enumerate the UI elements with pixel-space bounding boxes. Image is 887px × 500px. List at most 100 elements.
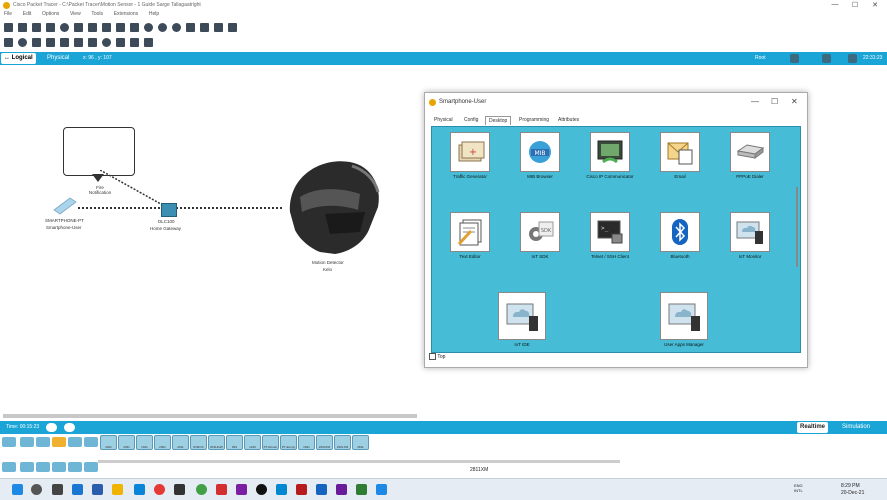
copy-icon[interactable]: [88, 22, 97, 32]
add-simple-pdu-icon[interactable]: [130, 37, 139, 47]
device-scrollbar[interactable]: [98, 460, 620, 463]
app-telnet-ssh-client[interactable]: >_ Telnet / SSH Client: [572, 212, 648, 259]
app-email[interactable]: Email: [642, 132, 718, 179]
device-819hgw[interactable]: 819HGW: [208, 435, 225, 450]
app-icon[interactable]: [256, 484, 267, 495]
routers-icon[interactable]: [2, 462, 16, 472]
help-icon[interactable]: [228, 22, 237, 32]
delete-icon[interactable]: [32, 37, 41, 47]
device-829[interactable]: 829: [226, 435, 243, 450]
app-iot-ide[interactable]: IoT IDE: [484, 292, 560, 347]
open-folder-icon[interactable]: [18, 22, 27, 32]
app-bluetooth[interactable]: Bluetooth: [642, 212, 718, 259]
home-gateway-icon[interactable]: [161, 203, 177, 217]
realtime-tab[interactable]: Realtime: [797, 422, 829, 433]
filezilla-icon[interactable]: [296, 484, 307, 495]
root-label[interactable]: Root: [752, 53, 769, 64]
app-icon[interactable]: [316, 484, 327, 495]
app-icon[interactable]: [236, 484, 247, 495]
start-icon[interactable]: [12, 484, 23, 495]
rectangle-icon[interactable]: [88, 37, 97, 47]
new-file-icon[interactable]: [4, 22, 13, 32]
paste-icon[interactable]: [102, 22, 111, 32]
minimize-button[interactable]: —: [829, 1, 841, 8]
menu-file[interactable]: File: [4, 11, 12, 17]
zoom-reset-icon[interactable]: [158, 22, 167, 32]
taskbar-date[interactable]: 20-Dec-21: [841, 490, 864, 496]
taskbar-clock[interactable]: 8:29 PM: [841, 483, 860, 489]
device-pt-empty[interactable]: PT-Empty: [280, 435, 297, 450]
redo-icon[interactable]: [130, 22, 139, 32]
tab-attributes[interactable]: Attributes: [555, 116, 582, 124]
activity-wizard-icon[interactable]: [60, 22, 69, 32]
chrome-profile-icon[interactable]: [196, 484, 207, 495]
hubs-icon[interactable]: [36, 462, 50, 472]
maximize-button[interactable]: ☐: [849, 1, 861, 9]
menu-view[interactable]: View: [70, 11, 81, 17]
tab-physical[interactable]: Physical: [431, 116, 456, 124]
edge-icon[interactable]: [134, 484, 145, 495]
simulation-tab[interactable]: Simulation: [842, 422, 870, 433]
dialog-close-button[interactable]: ✕: [791, 97, 798, 106]
device-2621xm[interactable]: 2621XM: [334, 435, 351, 450]
tab-programming[interactable]: Programming: [516, 116, 552, 124]
ellipse-icon[interactable]: [102, 37, 111, 47]
device-1941[interactable]: 1941: [136, 435, 153, 450]
file-explorer-icon[interactable]: [112, 484, 123, 495]
misc-icon[interactable]: [68, 437, 82, 447]
dialog-maximize-button[interactable]: ☐: [771, 97, 778, 106]
acrobat-icon[interactable]: [216, 484, 227, 495]
smartphone-device-icon[interactable]: [52, 196, 78, 216]
workspace-scrollbar[interactable]: [3, 414, 417, 418]
device-1841[interactable]: 1841: [298, 435, 315, 450]
language-indicator[interactable]: ENG INTL: [794, 483, 803, 493]
components-icon[interactable]: [36, 437, 50, 447]
mail-icon[interactable]: [92, 484, 103, 495]
wan-emulation-icon[interactable]: [84, 462, 98, 472]
fast-forward-icon[interactable]: [64, 423, 75, 432]
app-text-editor[interactable]: Text Editor: [432, 212, 508, 259]
physical-tab[interactable]: Physical: [44, 53, 72, 64]
inspect-icon[interactable]: [18, 37, 27, 47]
line-icon[interactable]: [74, 37, 83, 47]
tab-config[interactable]: Config: [461, 116, 481, 124]
save-icon[interactable]: [32, 22, 41, 32]
packet-tracer-task-icon[interactable]: [356, 484, 367, 495]
device-2811[interactable]: 2811: [352, 435, 369, 450]
zoom-out-icon[interactable]: [172, 22, 181, 32]
desktop-scrollbar[interactable]: [796, 187, 798, 267]
undo-icon[interactable]: [116, 22, 125, 32]
app-iot-sdk[interactable]: SDK IoT SDK: [502, 212, 578, 259]
note-icon[interactable]: [60, 37, 69, 47]
pdu-list-icon[interactable]: [214, 22, 223, 32]
menu-tools[interactable]: Tools: [91, 11, 103, 17]
motion-detector-icon[interactable]: [280, 152, 385, 257]
resize-icon[interactable]: [46, 37, 55, 47]
top-checkbox[interactable]: [429, 353, 436, 360]
app-mib-browser[interactable]: MIB MIB Browser: [502, 132, 578, 179]
task-view-icon[interactable]: [52, 484, 63, 495]
dialog-minimize-button[interactable]: —: [751, 97, 759, 106]
device-4331[interactable]: 4331: [118, 435, 135, 450]
app-pppoe-dialer[interactable]: PPPoE Dialer: [712, 132, 788, 179]
device-1240[interactable]: 1240: [244, 435, 261, 450]
device-2901[interactable]: 2901: [154, 435, 171, 450]
power-cycle-icon[interactable]: [46, 423, 57, 432]
close-button[interactable]: ✕: [869, 1, 881, 9]
app-iot-monitor[interactable]: IoT Monitor: [712, 212, 788, 259]
network-info-icon[interactable]: [74, 22, 83, 32]
menu-options[interactable]: Options: [42, 11, 59, 17]
network-devices-icon[interactable]: [2, 437, 16, 447]
multiuser-icon[interactable]: [84, 437, 98, 447]
zoom-in-icon[interactable]: [144, 22, 153, 32]
print-icon[interactable]: [46, 22, 55, 32]
device-4321[interactable]: 4321: [100, 435, 117, 450]
menu-extensions[interactable]: Extensions: [114, 11, 138, 17]
logical-tab[interactable]: ↔ Logical: [1, 53, 36, 64]
device-819iox[interactable]: 819IOX: [190, 435, 207, 450]
app-icon[interactable]: [174, 484, 185, 495]
app-traffic-generator[interactable]: + Traffic Generator: [432, 132, 508, 179]
security-icon[interactable]: [68, 462, 82, 472]
outlook-icon[interactable]: [72, 484, 83, 495]
custom-device-icon[interactable]: [200, 22, 209, 32]
